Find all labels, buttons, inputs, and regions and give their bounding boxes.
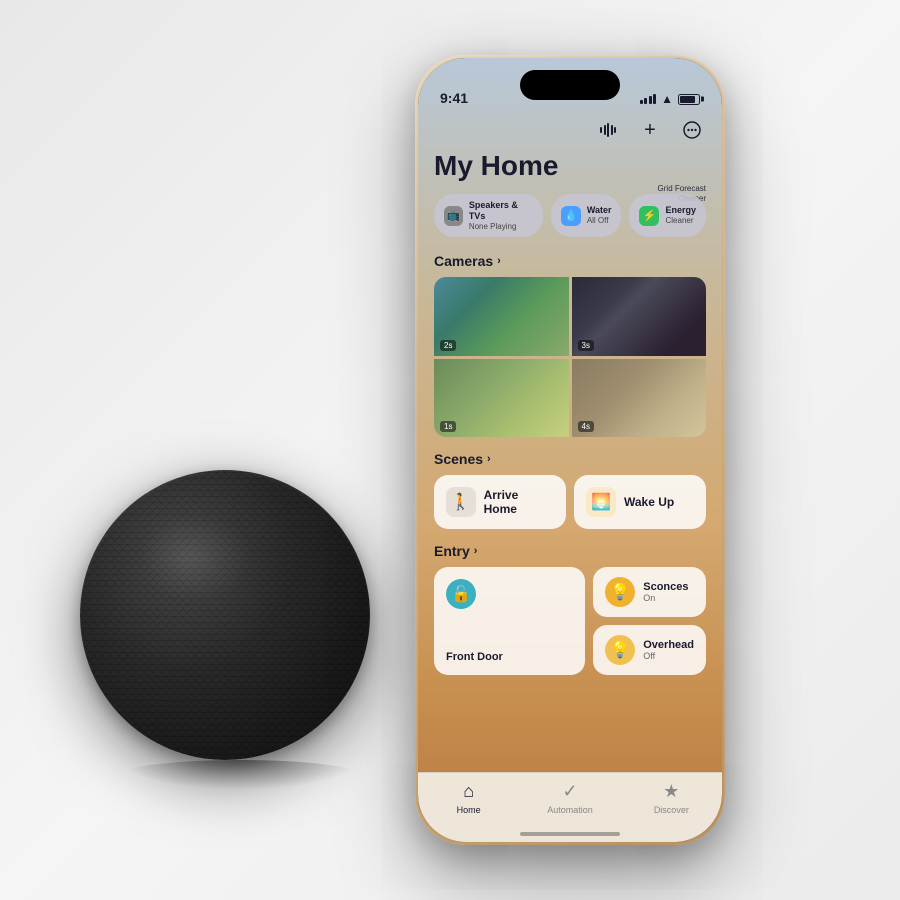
signal-bar-2 bbox=[644, 98, 647, 104]
tab-home-label: Home bbox=[457, 805, 481, 815]
wake-up-icon: 🌅 bbox=[586, 487, 616, 517]
homepod-shadow bbox=[120, 760, 360, 790]
homepod-body bbox=[80, 470, 370, 760]
battery-fill bbox=[680, 96, 695, 103]
more-button[interactable] bbox=[678, 116, 706, 144]
camera-feed-3[interactable]: 1s bbox=[434, 359, 569, 438]
camera-2-timestamp: 3s bbox=[578, 340, 594, 351]
iphone-inner: 9:41 ▲ bbox=[418, 58, 722, 842]
tab-discover[interactable]: ★ Discover bbox=[621, 781, 722, 815]
dynamic-island bbox=[520, 70, 620, 100]
arrive-home-label: Arrive Home bbox=[484, 488, 554, 516]
add-button[interactable]: + bbox=[636, 116, 664, 144]
home-title: My Home bbox=[434, 150, 706, 182]
tab-discover-icon: ★ bbox=[663, 781, 679, 802]
pill-water-text: Water All Off bbox=[587, 205, 612, 225]
signal-bar-4 bbox=[653, 94, 656, 104]
pill-speakers[interactable]: 📺 Speakers & TVs None Playing bbox=[434, 194, 543, 237]
camera-feed-1[interactable]: 2s bbox=[434, 277, 569, 356]
waveform-visual bbox=[600, 123, 616, 137]
entry-card-stack: 💡 Sconces On 💡 Overhead bbox=[593, 567, 706, 675]
cameras-grid: 2s 3s 1s 4s bbox=[434, 277, 706, 437]
pill-energy[interactable]: ⚡ Energy Cleaner bbox=[629, 194, 706, 237]
tab-home[interactable]: ⌂ Home bbox=[418, 781, 519, 815]
scenes-section-header[interactable]: Scenes › bbox=[434, 451, 706, 467]
tab-automation-label: Automation bbox=[547, 805, 593, 815]
overhead-text: Overhead Off bbox=[643, 639, 694, 661]
tab-automation[interactable]: ✓ Automation bbox=[519, 781, 620, 815]
status-time: 9:41 bbox=[440, 90, 468, 106]
content-area: + bbox=[418, 112, 722, 842]
homepod-mesh bbox=[80, 470, 370, 760]
quick-pills: 📺 Speakers & TVs None Playing 💧 Water bbox=[434, 194, 706, 237]
iphone: 9:41 ▲ bbox=[415, 55, 725, 845]
entry-card-overhead[interactable]: 💡 Overhead Off bbox=[593, 625, 706, 675]
entry-card-sconces[interactable]: 💡 Sconces On bbox=[593, 567, 706, 617]
signal-bars-icon bbox=[640, 94, 657, 104]
camera-1-timestamp: 2s bbox=[440, 340, 456, 351]
tab-home-icon: ⌂ bbox=[463, 781, 474, 802]
iphone-screen: 9:41 ▲ bbox=[418, 58, 722, 842]
scenes-chevron-icon: › bbox=[487, 453, 491, 465]
signal-bar-3 bbox=[649, 96, 652, 104]
pill-speakers-text: Speakers & TVs None Playing bbox=[469, 200, 533, 231]
battery-icon bbox=[678, 94, 700, 105]
scenes-row: 🚶 Arrive Home 🌅 Wake Up bbox=[434, 475, 706, 529]
tab-bar: ⌂ Home ✓ Automation ★ Discover bbox=[418, 772, 722, 842]
tab-automation-icon: ✓ bbox=[562, 781, 577, 802]
pill-water[interactable]: 💧 Water All Off bbox=[551, 194, 622, 237]
more-icon bbox=[683, 121, 701, 139]
homepod bbox=[80, 470, 400, 780]
camera-4-timestamp: 4s bbox=[578, 421, 594, 432]
front-door-icon: 🔓 bbox=[446, 579, 476, 609]
entry-row: 🔓 Front Door 💡 Sconces On bbox=[434, 567, 706, 675]
front-door-label: Front Door bbox=[446, 651, 573, 663]
speaker-icon: 📺 bbox=[444, 206, 463, 226]
water-icon: 💧 bbox=[561, 206, 581, 226]
wifi-icon: ▲ bbox=[661, 92, 673, 106]
home-indicator bbox=[520, 832, 620, 836]
tab-discover-label: Discover bbox=[654, 805, 689, 815]
camera-feed-4[interactable]: 4s bbox=[572, 359, 707, 438]
camera-3-timestamp: 1s bbox=[440, 421, 456, 432]
scene: 9:41 ▲ bbox=[0, 0, 900, 900]
iphone-frame: 9:41 ▲ bbox=[415, 55, 725, 845]
camera-feed-2[interactable]: 3s bbox=[572, 277, 707, 356]
entry-card-front-door[interactable]: 🔓 Front Door bbox=[434, 567, 585, 675]
sconces-icon: 💡 bbox=[605, 577, 635, 607]
energy-icon: ⚡ bbox=[639, 206, 659, 226]
cameras-section-header[interactable]: Cameras › bbox=[434, 253, 706, 269]
homepod-highlight bbox=[138, 514, 254, 601]
cameras-chevron-icon: › bbox=[497, 255, 501, 267]
wake-up-label: Wake Up bbox=[624, 495, 674, 509]
pill-energy-text: Energy Cleaner bbox=[665, 205, 696, 225]
scene-wake-up[interactable]: 🌅 Wake Up bbox=[574, 475, 706, 529]
scene-arrive-home[interactable]: 🚶 Arrive Home bbox=[434, 475, 566, 529]
signal-bar-1 bbox=[640, 100, 643, 104]
entry-section-header[interactable]: Entry › bbox=[434, 543, 706, 559]
overhead-icon: 💡 bbox=[605, 635, 635, 665]
waveform-icon[interactable] bbox=[594, 116, 622, 144]
sconces-text: Sconces On bbox=[643, 581, 688, 603]
entry-chevron-icon: › bbox=[474, 545, 478, 557]
status-icons: ▲ bbox=[640, 92, 700, 106]
arrive-home-icon: 🚶 bbox=[446, 487, 476, 517]
top-controls: + bbox=[434, 112, 706, 144]
